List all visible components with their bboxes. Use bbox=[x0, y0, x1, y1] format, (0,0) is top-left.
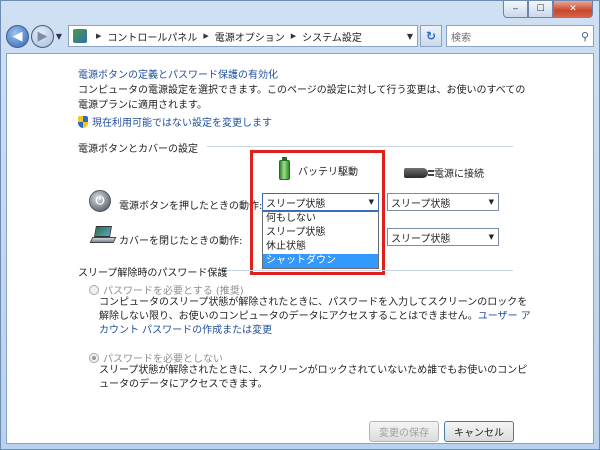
require-password-description: コンピュータのスリープ状態が解除されたときに、パスワードを入力してスクリーンのロ… bbox=[99, 296, 531, 338]
search-input[interactable]: 検索 ⚲ bbox=[446, 25, 594, 47]
back-arrow-icon: ◀ bbox=[12, 28, 23, 44]
window-frame: ‒ ☐ ✕ ◀ ▶ ▼ ▶ コントロールパネル ▶ 電源オプション ▶ システム… bbox=[0, 0, 600, 450]
refresh-icon: ↻ bbox=[425, 29, 437, 43]
section-divider bbox=[227, 270, 513, 271]
plugged-column-header: 電源に接続 bbox=[404, 165, 484, 180]
recent-pages-dropdown[interactable]: ▼ bbox=[54, 32, 64, 41]
lid-close-plugged-select[interactable]: スリープ状態 ▼ bbox=[387, 228, 499, 246]
admin-settings-link-text[interactable]: 現在利用可能ではない設定を変更します bbox=[92, 114, 272, 129]
control-panel-icon bbox=[73, 29, 87, 43]
caption-buttons: ‒ ☐ ✕ bbox=[503, 1, 593, 18]
no-password-label: パスワードを必要としない bbox=[103, 354, 223, 365]
breadcrumb-separator-icon[interactable]: ▶ bbox=[203, 32, 208, 40]
refresh-button[interactable]: ↻ bbox=[420, 25, 442, 47]
minimize-button[interactable]: ‒ bbox=[503, 1, 528, 18]
chevron-down-icon: ▼ bbox=[488, 198, 494, 206]
lid-close-label: カバーを閉じたときの動作: bbox=[119, 236, 243, 247]
search-placeholder: 検索 bbox=[451, 32, 471, 44]
require-password-desc-line-2: 解除しない限り、お使いのコンピュータのデータにアクセスすることはできません。 bbox=[99, 311, 478, 322]
section-divider bbox=[207, 146, 513, 147]
no-password-option[interactable]: パスワードを必要としない bbox=[89, 350, 223, 365]
back-button[interactable]: ◀ bbox=[6, 24, 29, 48]
breadcrumb-system-settings[interactable]: システム設定 bbox=[302, 29, 362, 44]
page-description: コンピュータの電源設定を選択できます。このページの設定に対して行う変更は、お使い… bbox=[78, 85, 526, 111]
address-dropdown-icon[interactable]: ▼ bbox=[407, 32, 413, 41]
no-password-desc-line-2: ュータのデータにアクセスできます。 bbox=[99, 379, 268, 390]
breadcrumb-separator-icon[interactable]: ▶ bbox=[96, 32, 101, 40]
require-password-option[interactable]: パスワードを必要とする (推奨) bbox=[89, 282, 244, 297]
forward-button[interactable]: ▶ bbox=[31, 24, 54, 48]
breadcrumb-control-panel[interactable]: コントロールパネル bbox=[107, 29, 197, 44]
admin-settings-link[interactable]: 現在利用可能ではない設定を変更します bbox=[78, 114, 272, 129]
lid-close-plugged-value: スリープ状態 bbox=[391, 233, 451, 245]
require-password-label: パスワードを必要とする (推奨) bbox=[103, 286, 244, 297]
chevron-down-icon: ▼ bbox=[488, 233, 494, 241]
cancel-button[interactable]: キャンセル bbox=[444, 421, 514, 442]
close-button[interactable]: ✕ bbox=[553, 1, 593, 18]
navigation-bar: ◀ ▶ ▼ ▶ コントロールパネル ▶ 電源オプション ▶ システム設定 ▼ ↻… bbox=[6, 23, 594, 49]
no-password-desc-line-1: スリープ状態が解除されたときに、スクリーンがロックされていないため誰でもお使いの… bbox=[99, 365, 528, 376]
power-button-label: 電源ボタンを押したときの動作: bbox=[119, 201, 263, 212]
no-password-description: スリープ状態が解除されたときに、スクリーンがロックされていないため誰でもお使いの… bbox=[99, 364, 527, 392]
maximize-button[interactable]: ☐ bbox=[528, 1, 553, 18]
chevron-down-icon: ▼ bbox=[55, 31, 63, 41]
power-button-plugged-select[interactable]: スリープ状態 ▼ bbox=[387, 193, 499, 211]
annotation-highlight-box bbox=[250, 150, 385, 275]
require-password-desc-line-1: コンピュータのスリープ状態が解除されたときに、パスワードを入力してスクリーンのロ… bbox=[99, 297, 528, 308]
plugged-label: 電源に接続 bbox=[434, 169, 484, 180]
breadcrumb-separator-icon[interactable]: ▶ bbox=[291, 32, 296, 40]
page-title: 電源ボタンの定義とパスワード保護の有効化 bbox=[78, 70, 278, 81]
save-changes-button[interactable]: 変更の保存 bbox=[369, 421, 439, 442]
uac-shield-icon bbox=[78, 115, 88, 128]
power-button-plugged-value: スリープ状態 bbox=[391, 198, 451, 210]
content-area: 電源ボタンの定義とパスワード保護の有効化 コンピュータの電源設定を選択できます。… bbox=[6, 53, 594, 444]
user-account-password-link-part-1[interactable]: ユーザー ア bbox=[478, 311, 531, 322]
power-plug-icon bbox=[404, 167, 434, 178]
require-password-radio[interactable] bbox=[89, 284, 99, 295]
power-button-icon: ⏻ bbox=[89, 190, 111, 212]
search-icon[interactable]: ⚲ bbox=[581, 30, 589, 43]
password-section-heading: スリープ解除時のパスワード保護 bbox=[78, 268, 228, 279]
address-bar[interactable]: ▶ コントロールパネル ▶ 電源オプション ▶ システム設定 ▼ bbox=[68, 25, 418, 47]
user-account-password-link-part-2[interactable]: カウント パスワードの作成または変更 bbox=[99, 324, 531, 338]
power-section-heading: 電源ボタンとカバーの設定 bbox=[78, 144, 198, 155]
forward-arrow-icon: ▶ bbox=[37, 28, 48, 44]
no-password-radio[interactable] bbox=[89, 352, 99, 363]
laptop-lid-icon bbox=[89, 226, 117, 246]
breadcrumb-power-options[interactable]: 電源オプション bbox=[215, 29, 285, 44]
